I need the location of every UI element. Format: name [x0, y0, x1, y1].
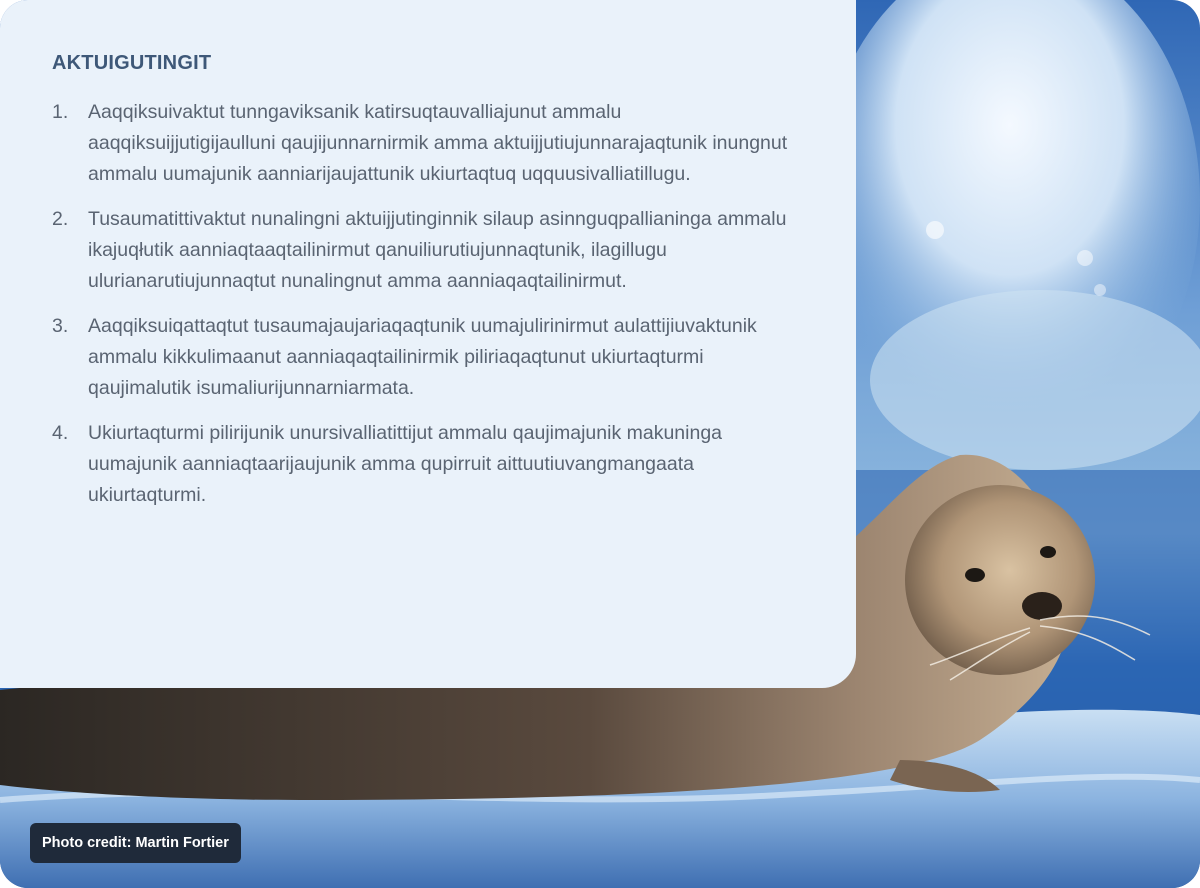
objective-item: 3. Aaqqiksuiqattaqtut tusaumajaujariaqaq…	[52, 311, 816, 404]
objective-number: 3.	[52, 315, 69, 337]
section-title: AKTUIGUTINGIT	[52, 52, 212, 74]
objective-text: Ukiurtaqturmi pilirijunik unursivalliati…	[88, 422, 723, 506]
objectives-card: AKTUIGUTINGIT 1. Aaqqiksuivaktut tunngav…	[0, 0, 856, 688]
objective-text: Aaqqiksuivaktut tunngaviksanik katirsuqt…	[88, 101, 788, 185]
objectives-panel: AKTUIGUTINGIT 1. Aaqqiksuivaktut tunngav…	[0, 0, 1200, 888]
objective-text: Tusaumatittivaktut nunalingni aktuijjuti…	[88, 208, 787, 292]
objective-number: 1.	[52, 101, 69, 123]
objective-number: 4.	[52, 422, 69, 444]
objective-item: 2. Tusaumatittivaktut nunalingni aktuijj…	[52, 204, 816, 297]
objective-number: 2.	[52, 208, 69, 230]
objective-text: Aaqqiksuiqattaqtut tusaumajaujariaqaqtun…	[88, 315, 757, 399]
objective-item: 1. Aaqqiksuivaktut tunngaviksanik katirs…	[52, 97, 816, 190]
objectives-list: 1. Aaqqiksuivaktut tunngaviksanik katirs…	[52, 97, 816, 511]
objective-item: 4. Ukiurtaqturmi pilirijunik unursivalli…	[52, 418, 816, 511]
photo-credit-badge: Photo credit: Martin Fortier	[30, 823, 241, 863]
